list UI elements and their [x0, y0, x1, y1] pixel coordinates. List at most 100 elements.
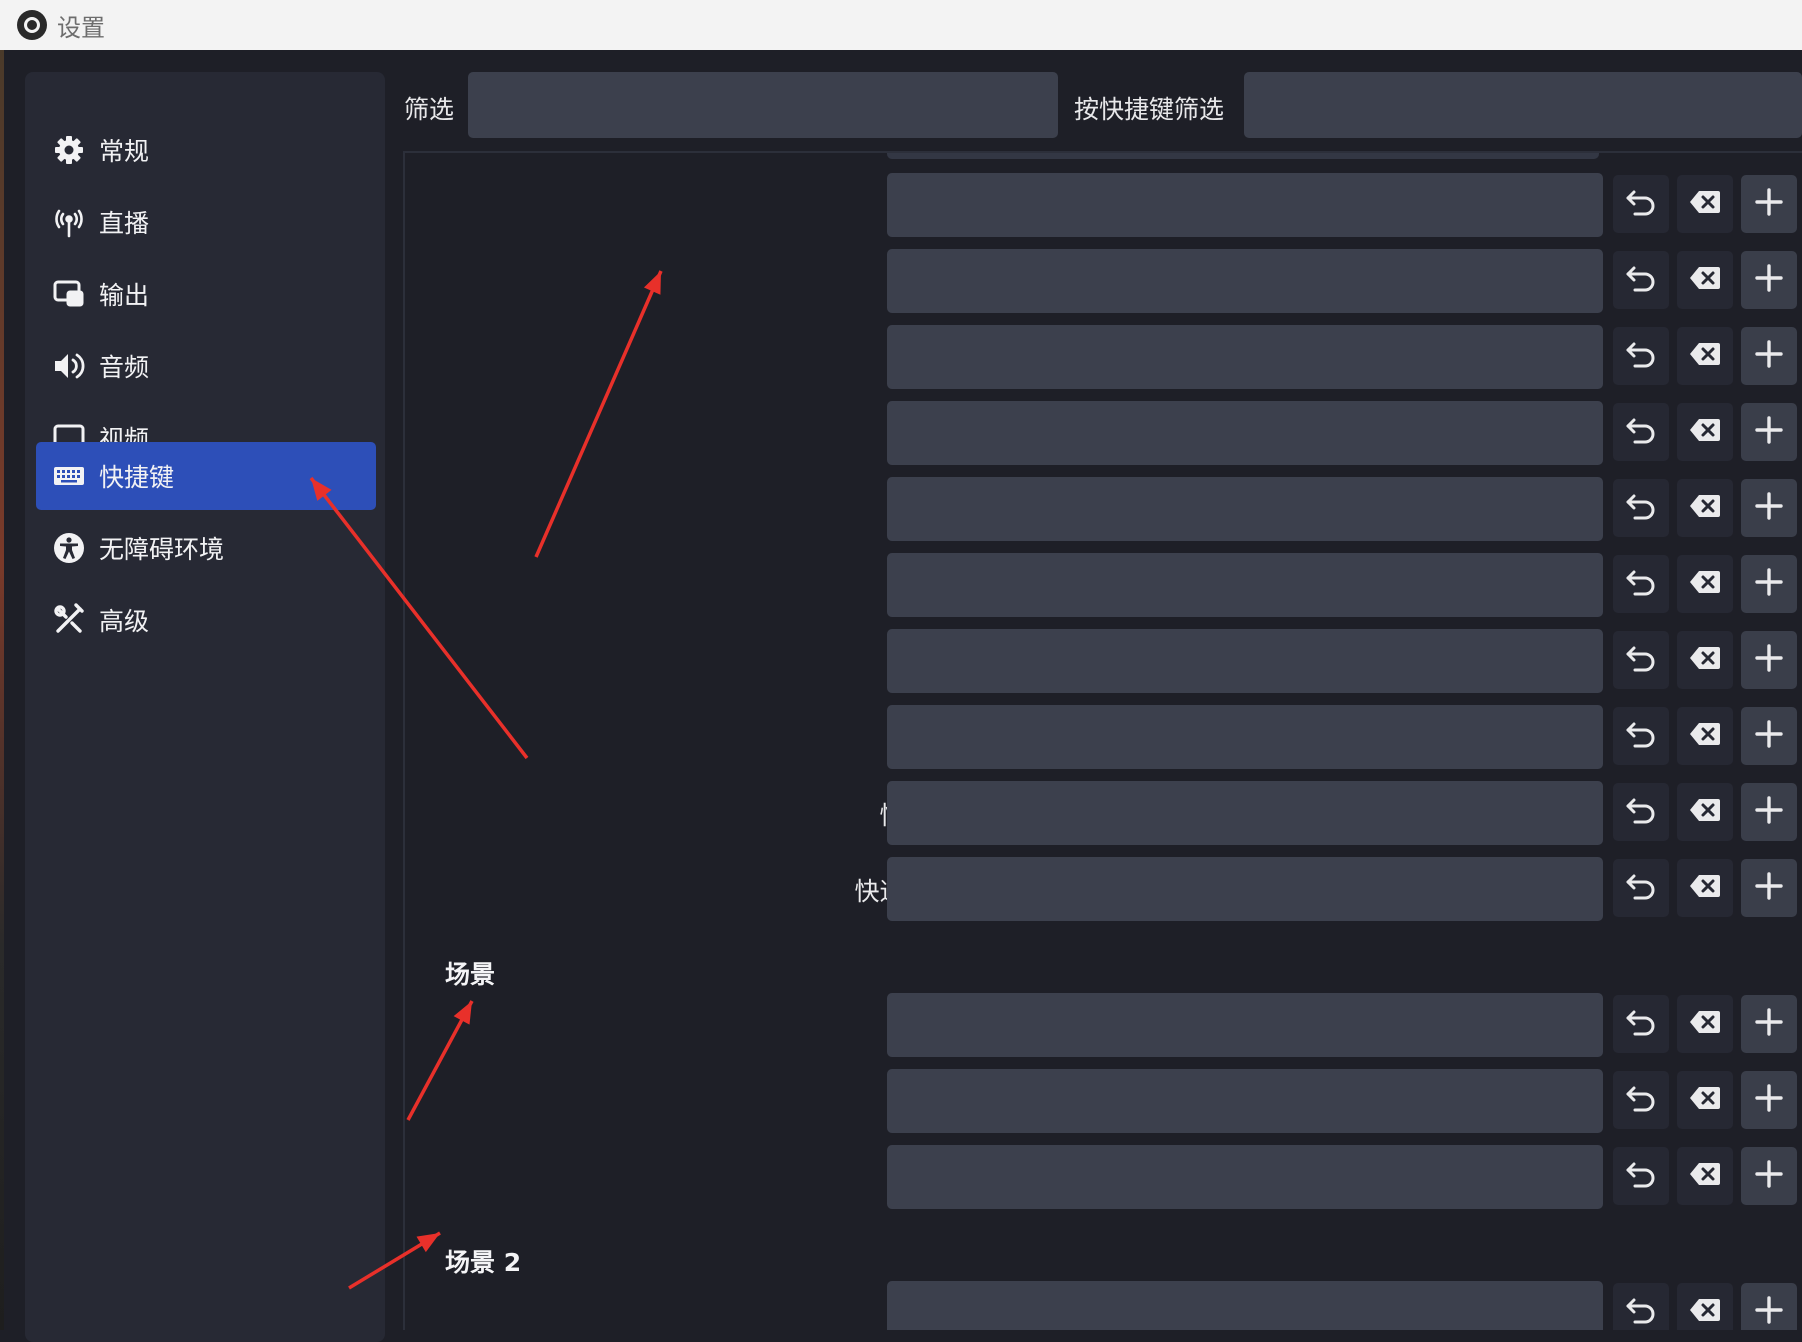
sidebar-item-label: 常规 — [99, 137, 150, 166]
hotkeys-list[interactable]: 关闭工作室模式 * 显示源工具栏 * 隐藏源工具栏 * 转场动画重置统计数据截屏输出当… — [403, 151, 1802, 1330]
add-button[interactable] — [1741, 1071, 1797, 1129]
hotkey-row: 转场动画 — [405, 401, 1802, 467]
revert-button[interactable] — [1613, 631, 1669, 689]
clear-button[interactable] — [1677, 1071, 1733, 1129]
undo-icon — [1625, 264, 1657, 296]
revert-button[interactable] — [1613, 859, 1669, 917]
plus-icon — [1754, 491, 1784, 525]
sidebar-item-accessibility[interactable]: 无障碍环境 — [36, 514, 376, 582]
output-icon — [52, 277, 86, 311]
backspace-icon — [1689, 873, 1721, 903]
hotkey-input[interactable] — [887, 629, 1603, 693]
keyboard-icon — [52, 459, 86, 493]
clear-button[interactable] — [1677, 859, 1733, 917]
sidebar-item-advanced[interactable]: 高级 — [36, 586, 376, 654]
hotkey-input[interactable] — [887, 173, 1603, 237]
clear-button[interactable] — [1677, 175, 1733, 233]
plus-icon — [1754, 643, 1784, 677]
previous-hotkey-input[interactable] — [887, 153, 1599, 159]
add-button[interactable] — [1741, 995, 1797, 1053]
revert-button[interactable] — [1613, 175, 1669, 233]
plus-icon — [1754, 263, 1784, 297]
revert-button[interactable] — [1613, 1147, 1669, 1205]
hotkey-row: 快速转场动画：直接切换 — [405, 705, 1802, 771]
sidebar-item-audio[interactable]: 音频 — [36, 332, 376, 400]
hotkey-row: 显示“视频采集设备” * — [405, 1069, 1802, 1135]
revert-button[interactable] — [1613, 251, 1669, 309]
clear-button[interactable] — [1677, 327, 1733, 385]
clear-button[interactable] — [1677, 707, 1733, 765]
hotkey-input[interactable] — [887, 249, 1603, 313]
clear-button[interactable] — [1677, 995, 1733, 1053]
plus-icon — [1754, 1007, 1784, 1041]
hotkey-row: 当前所选源截屏 — [405, 629, 1802, 695]
revert-button[interactable] — [1613, 479, 1669, 537]
hotkey-input[interactable] — [887, 1069, 1603, 1133]
clear-button[interactable] — [1677, 1147, 1733, 1205]
hotkey-row: 截屏输出 — [405, 553, 1802, 619]
add-button[interactable] — [1741, 859, 1797, 917]
section-header: 场景 — [445, 960, 496, 989]
gear-icon — [52, 133, 86, 167]
revert-button[interactable] — [1613, 995, 1669, 1053]
revert-button[interactable] — [1613, 783, 1669, 841]
hotkey-row: 切换到场景 — [405, 993, 1802, 1059]
hotkey-row: 隐藏源工具栏 * — [405, 325, 1802, 391]
undo-icon — [1625, 568, 1657, 600]
revert-button[interactable] — [1613, 707, 1669, 765]
clear-button[interactable] — [1677, 1283, 1733, 1330]
undo-icon — [1625, 1296, 1657, 1328]
hotkey-input[interactable] — [887, 705, 1603, 769]
clear-button[interactable] — [1677, 403, 1733, 461]
undo-icon — [1625, 796, 1657, 828]
hotkey-input[interactable] — [887, 1145, 1603, 1209]
add-button[interactable] — [1741, 1147, 1797, 1205]
revert-button[interactable] — [1613, 1283, 1669, 1330]
hotkey-input[interactable] — [887, 781, 1603, 845]
undo-icon — [1625, 188, 1657, 220]
filter-bar: 筛选 按快捷键筛选 — [400, 72, 1802, 138]
revert-button[interactable] — [1613, 327, 1669, 385]
filter-input[interactable] — [468, 72, 1058, 138]
sidebar-item-output[interactable]: 输出 — [36, 260, 376, 328]
sidebar-item-general[interactable]: 常规 — [36, 116, 376, 184]
hotkey-input[interactable] — [887, 553, 1603, 617]
clear-button[interactable] — [1677, 783, 1733, 841]
add-button[interactable] — [1741, 631, 1797, 689]
sidebar-item-label: 音频 — [99, 353, 150, 382]
hotkey-row: 显示源工具栏 * — [405, 249, 1802, 315]
add-button[interactable] — [1741, 479, 1797, 537]
hotkey-input[interactable] — [887, 325, 1603, 389]
hotkey-row: 关闭工作室模式 * — [405, 173, 1802, 239]
clear-button[interactable] — [1677, 251, 1733, 309]
undo-icon — [1625, 872, 1657, 904]
hotkey-input[interactable] — [887, 1281, 1603, 1330]
clear-button[interactable] — [1677, 631, 1733, 689]
hotkey-input[interactable] — [887, 401, 1603, 465]
sidebar-item-hotkeys[interactable]: 快捷键 — [36, 442, 376, 510]
add-button[interactable] — [1741, 327, 1797, 385]
backspace-icon — [1689, 493, 1721, 523]
hotkey-row: 重置统计数据 — [405, 477, 1802, 543]
add-button[interactable] — [1741, 251, 1797, 309]
add-button[interactable] — [1741, 175, 1797, 233]
undo-icon — [1625, 492, 1657, 524]
add-button[interactable] — [1741, 1283, 1797, 1330]
tools-icon — [52, 603, 86, 637]
plus-icon — [1754, 1159, 1784, 1193]
add-button[interactable] — [1741, 555, 1797, 613]
clear-button[interactable] — [1677, 479, 1733, 537]
sidebar-item-stream[interactable]: 直播 — [36, 188, 376, 256]
add-button[interactable] — [1741, 403, 1797, 461]
hotkey-input[interactable] — [887, 477, 1603, 541]
revert-button[interactable] — [1613, 555, 1669, 613]
hotkey-input[interactable] — [887, 857, 1603, 921]
revert-button[interactable] — [1613, 403, 1669, 461]
add-button[interactable] — [1741, 783, 1797, 841]
revert-button[interactable] — [1613, 1071, 1669, 1129]
clear-button[interactable] — [1677, 555, 1733, 613]
add-button[interactable] — [1741, 707, 1797, 765]
hotkey-input[interactable] — [887, 993, 1603, 1057]
hotkey-filter-input[interactable] — [1244, 72, 1802, 138]
sidebar-item-label: 输出 — [99, 281, 150, 310]
